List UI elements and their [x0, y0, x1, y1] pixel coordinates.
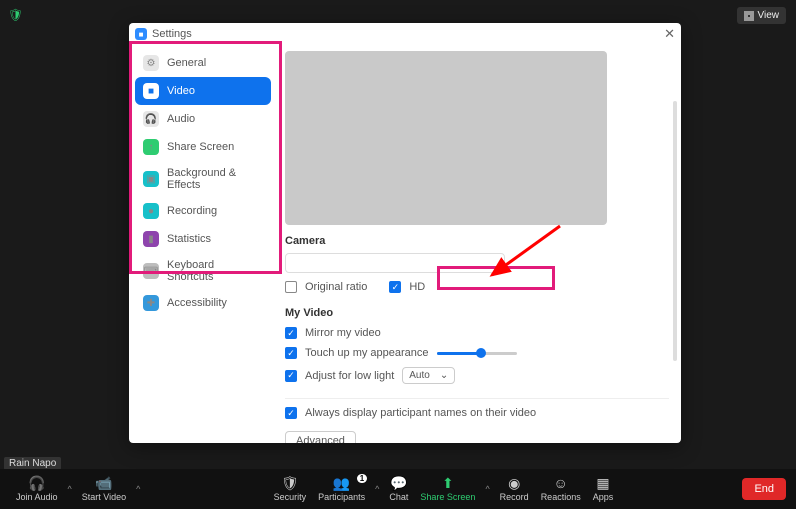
- chevron-down-icon: ⌄: [440, 370, 448, 381]
- view-button[interactable]: View: [737, 7, 787, 24]
- participants-button[interactable]: 1 👥 Participants: [312, 476, 371, 502]
- sidebar-item-general[interactable]: ⚙ General: [135, 49, 271, 77]
- audio-menu-chevron[interactable]: ^: [68, 484, 72, 494]
- camera-preview: [285, 51, 607, 225]
- touchup-slider[interactable]: [437, 352, 517, 355]
- grid-icon: [744, 11, 754, 21]
- reactions-label: Reactions: [541, 492, 581, 502]
- start-video-button[interactable]: 📹 Start Video: [76, 476, 132, 502]
- sidebar-icon: ●: [143, 203, 159, 219]
- shield-icon[interactable]: 🛡: [8, 8, 23, 22]
- end-button[interactable]: End: [742, 478, 786, 500]
- show-names-checkbox[interactable]: ✓: [285, 407, 297, 419]
- sidebar-item-label: Recording: [167, 205, 217, 217]
- sidebar-icon: ■: [143, 83, 159, 99]
- sidebar-icon: ✚: [143, 295, 159, 311]
- settings-titlebar: ■ Settings ✕: [129, 23, 681, 45]
- lowlight-checkbox[interactable]: ✓: [285, 370, 297, 382]
- sidebar-item-statistics[interactable]: ▮ Statistics: [135, 225, 271, 253]
- security-label: Security: [274, 492, 307, 502]
- sidebar-icon: 🎧: [143, 111, 159, 127]
- record-label: Record: [500, 492, 529, 502]
- sidebar-icon: ▮: [143, 231, 159, 247]
- sidebar-icon: ↑: [143, 139, 159, 155]
- reactions-button[interactable]: ☺ Reactions: [535, 476, 587, 502]
- settings-content: Camera Original ratio ✓ HD My Video ✓ Mi…: [277, 45, 681, 443]
- join-audio-label: Join Audio: [16, 492, 58, 502]
- sidebar-item-share-screen[interactable]: ↑ Share Screen: [135, 133, 271, 161]
- sidebar-item-keyboard-shortcuts[interactable]: ⌨ Keyboard Shortcuts: [135, 253, 271, 289]
- settings-sidebar: ⚙ General ■ Video 🎧 Audio ↑ Share Screen ▣ Backgr…: [129, 45, 277, 443]
- sidebar-item-accessibility[interactable]: ✚ Accessibility: [135, 289, 271, 317]
- shield-icon: 🛡: [281, 476, 299, 490]
- video-menu-chevron[interactable]: ^: [136, 484, 140, 494]
- lowlight-mode-select[interactable]: Auto ⌄: [402, 367, 455, 384]
- record-button[interactable]: ◉ Record: [494, 476, 535, 502]
- sidebar-item-audio[interactable]: 🎧 Audio: [135, 105, 271, 133]
- camera-select[interactable]: [285, 253, 505, 273]
- sidebar-item-label: Video: [167, 85, 195, 97]
- video-icon: 📹: [95, 476, 112, 490]
- divider: [285, 398, 669, 399]
- scrollbar[interactable]: [673, 101, 677, 361]
- participants-label: Participants: [318, 492, 365, 502]
- sidebar-item-background-effects[interactable]: ▣ Background & Effects: [135, 161, 271, 197]
- participants-count: 1: [357, 474, 367, 483]
- headphones-icon: 🎧: [28, 476, 45, 490]
- apps-button[interactable]: ▦ Apps: [587, 476, 620, 502]
- close-icon[interactable]: ✕: [664, 26, 675, 42]
- chat-label: Chat: [389, 492, 408, 502]
- sidebar-item-video[interactable]: ■ Video: [135, 77, 271, 105]
- share-menu-chevron[interactable]: ^: [485, 484, 489, 494]
- sidebar-item-label: Keyboard Shortcuts: [167, 259, 263, 283]
- sidebar-item-label: General: [167, 57, 206, 69]
- original-ratio-label: Original ratio: [305, 281, 367, 293]
- settings-title: Settings: [152, 28, 192, 40]
- sidebar-item-label: Statistics: [167, 233, 211, 245]
- sidebar-item-label: Share Screen: [167, 141, 234, 153]
- hd-label: HD: [409, 281, 425, 293]
- lowlight-label: Adjust for low light: [305, 370, 394, 382]
- sidebar-icon: ▣: [143, 171, 159, 187]
- start-video-label: Start Video: [82, 492, 126, 502]
- hd-checkbox[interactable]: ✓: [389, 281, 401, 293]
- join-audio-button[interactable]: 🎧 Join Audio: [10, 476, 64, 502]
- advanced-button[interactable]: Advanced: [285, 431, 356, 443]
- sidebar-item-label: Accessibility: [167, 297, 227, 309]
- touchup-checkbox[interactable]: ✓: [285, 347, 297, 359]
- show-names-label: Always display participant names on thei…: [305, 407, 536, 419]
- meeting-toolbar: 🎧 Join Audio ^ 📹 Start Video ^ 🛡 Security 1…: [0, 469, 796, 509]
- sidebar-item-label: Background & Effects: [167, 167, 263, 191]
- lowlight-mode-value: Auto: [409, 370, 430, 381]
- apps-label: Apps: [593, 492, 614, 502]
- security-button[interactable]: 🛡 Security: [268, 476, 313, 502]
- mirror-label: Mirror my video: [305, 327, 381, 339]
- participants-menu-chevron[interactable]: ^: [375, 484, 379, 494]
- sidebar-item-recording[interactable]: ● Recording: [135, 197, 271, 225]
- mirror-checkbox[interactable]: ✓: [285, 327, 297, 339]
- participants-icon: 👥: [333, 476, 350, 490]
- chat-icon: 💬: [390, 476, 407, 490]
- sidebar-icon: ⌨: [143, 263, 159, 279]
- my-video-label: My Video: [285, 307, 669, 319]
- reactions-icon: ☺: [554, 476, 568, 490]
- app-icon: ■: [135, 28, 147, 40]
- sidebar-item-label: Audio: [167, 113, 195, 125]
- share-icon: ⬆: [442, 476, 454, 490]
- record-icon: ◉: [508, 476, 520, 490]
- sidebar-icon: ⚙: [143, 55, 159, 71]
- camera-label: Camera: [285, 235, 669, 247]
- share-screen-label: Share Screen: [420, 492, 475, 502]
- touchup-label: Touch up my appearance: [305, 347, 429, 359]
- view-label: View: [758, 10, 780, 21]
- settings-window: ■ Settings ✕ ⚙ General ■ Video 🎧 Audio ↑ Share …: [129, 23, 681, 443]
- original-ratio-checkbox[interactable]: [285, 281, 297, 293]
- chat-button[interactable]: 💬 Chat: [383, 476, 414, 502]
- share-screen-button[interactable]: ⬆ Share Screen: [414, 476, 481, 502]
- apps-icon: ▦: [596, 476, 609, 490]
